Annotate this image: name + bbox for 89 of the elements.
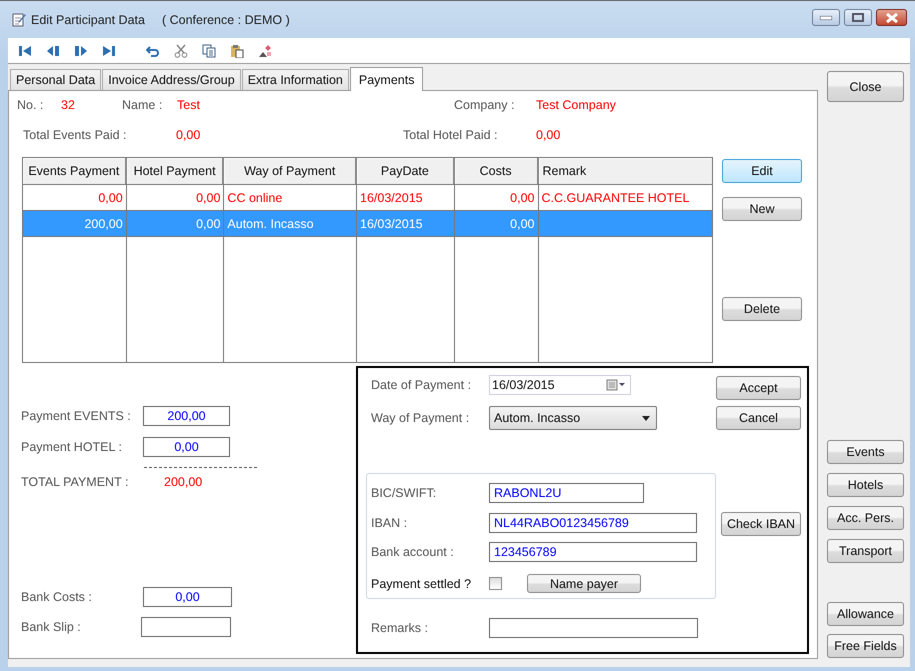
events-paid-label: Total Events Paid : xyxy=(23,128,128,142)
date-of-payment-label: Date of Payment : xyxy=(371,378,472,392)
payment-settled-checkbox[interactable] xyxy=(489,577,502,590)
edit-icon xyxy=(12,12,26,27)
check-iban-button[interactable]: Check IBAN xyxy=(721,512,801,536)
side-button[interactable]: Acc. Pers. xyxy=(827,506,904,530)
company-value: Test Company xyxy=(536,98,616,112)
previous-record-icon[interactable] xyxy=(46,44,60,58)
payment-events-field[interactable]: 200,00 xyxy=(143,406,230,426)
table-cell: 0,00 xyxy=(510,190,535,204)
table-cell: Autom. Incasso xyxy=(227,216,314,230)
remarks-field[interactable] xyxy=(489,618,698,638)
side-button[interactable]: Transport xyxy=(827,539,904,563)
side-button[interactable]: Allowance xyxy=(827,602,904,626)
table-action-button[interactable]: Edit xyxy=(722,159,802,183)
cut-icon[interactable] xyxy=(174,44,188,58)
close-dialog-button[interactable]: Close xyxy=(827,71,904,102)
eraser-icon[interactable] xyxy=(258,44,272,58)
table-action-button[interactable]: Delete xyxy=(722,297,802,321)
table-cell: 16/03/2015 xyxy=(360,216,423,230)
hotel-paid-value: 0,00 xyxy=(536,128,560,142)
bic-swift-label: BIC/SWIFT: xyxy=(371,486,438,500)
number-value: 32 xyxy=(61,98,76,112)
bic-swift-field[interactable]: RABONL2U xyxy=(489,483,644,503)
column-header[interactable]: PayDate xyxy=(357,158,455,184)
table-cell: 0,00 xyxy=(196,190,220,204)
calendar-icon[interactable] xyxy=(606,379,626,391)
tab[interactable]: Payments xyxy=(350,67,424,91)
undo-icon[interactable] xyxy=(146,44,160,58)
table-action-button[interactable]: New xyxy=(722,197,802,221)
side-button[interactable]: Events xyxy=(827,440,904,464)
bank-costs-label: Bank Costs : xyxy=(21,590,93,604)
column-header[interactable]: Hotel Payment xyxy=(126,158,224,184)
table-cell: 0,00 xyxy=(510,216,535,230)
total-payment-label: TOTAL PAYMENT : xyxy=(21,475,130,489)
tab[interactable]: Extra Information xyxy=(242,69,349,90)
dropdown-arrow-icon xyxy=(642,416,650,420)
table-cell: CC online xyxy=(227,190,282,204)
last-record-icon[interactable] xyxy=(102,44,116,58)
table-cell: 0,00 xyxy=(98,190,123,204)
copy-icon[interactable] xyxy=(202,44,216,58)
iban-label: IBAN : xyxy=(371,516,408,530)
first-record-icon[interactable] xyxy=(18,44,32,58)
table-cell: 200,00 xyxy=(84,216,123,230)
way-of-payment-dropdown[interactable]: Autom. Incasso xyxy=(489,406,657,430)
column-header[interactable]: Events Payment xyxy=(23,158,127,184)
close-icon xyxy=(886,12,898,22)
maximize-icon xyxy=(852,13,864,22)
payment-hotel-field[interactable]: 0,00 xyxy=(143,437,230,457)
bank-costs-field[interactable]: 0,00 xyxy=(143,587,232,607)
table-cell: 0,00 xyxy=(196,216,220,230)
way-of-payment-label: Way of Payment : xyxy=(371,411,470,425)
name-value: Test xyxy=(177,98,201,112)
close-button[interactable] xyxy=(876,9,907,26)
payment-settled-label: Payment settled ? xyxy=(371,576,472,590)
column-header[interactable]: Way of Payment xyxy=(224,158,358,184)
tab[interactable]: Invoice Address/Group xyxy=(102,69,241,90)
tab[interactable]: Personal Data xyxy=(10,69,102,90)
hotel-paid-label: Total Hotel Paid : xyxy=(403,128,498,142)
table-cell: C.C.GUARANTEE HOTEL xyxy=(542,190,690,204)
events-paid-value: 0,00 xyxy=(176,128,202,142)
bank-account-field[interactable]: 123456789 xyxy=(489,542,697,562)
company-label: Company : xyxy=(454,98,516,112)
bank-slip-field[interactable] xyxy=(141,617,231,637)
minimize-icon xyxy=(820,16,832,20)
remarks-label: Remarks : xyxy=(371,621,429,635)
iban-field[interactable]: NL44RABO0123456789 xyxy=(489,513,697,533)
window-title: Edit Participant Data xyxy=(31,12,145,26)
column-header[interactable]: Costs xyxy=(454,158,538,184)
window-subtitle: ( Conference : DEMO ) xyxy=(162,12,290,26)
total-payment-value: 200,00 xyxy=(164,475,202,489)
side-button[interactable]: Free Fields xyxy=(827,634,904,658)
minimize-button[interactable] xyxy=(812,9,840,26)
table-cell: 16/03/2015 xyxy=(360,190,423,204)
number-label: No. : xyxy=(17,98,44,112)
side-button[interactable]: Hotels xyxy=(827,473,904,497)
paste-icon[interactable] xyxy=(230,44,244,58)
next-record-icon[interactable] xyxy=(74,44,88,58)
column-header[interactable]: Remark xyxy=(538,158,712,184)
cancel-button[interactable]: Cancel xyxy=(716,406,801,430)
maximize-button[interactable] xyxy=(844,9,872,26)
bank-slip-label: Bank Slip : xyxy=(21,620,82,634)
accept-button[interactable]: Accept xyxy=(716,376,801,400)
payment-events-label: Payment EVENTS : xyxy=(21,409,132,423)
name-label: Name : xyxy=(122,98,164,112)
payment-hotel-label: Payment HOTEL : xyxy=(21,440,123,454)
date-field[interactable]: 16/03/2015 xyxy=(489,375,631,395)
name-payer-button[interactable]: Name payer xyxy=(527,574,641,593)
bank-account-label: Bank account : xyxy=(371,545,455,559)
